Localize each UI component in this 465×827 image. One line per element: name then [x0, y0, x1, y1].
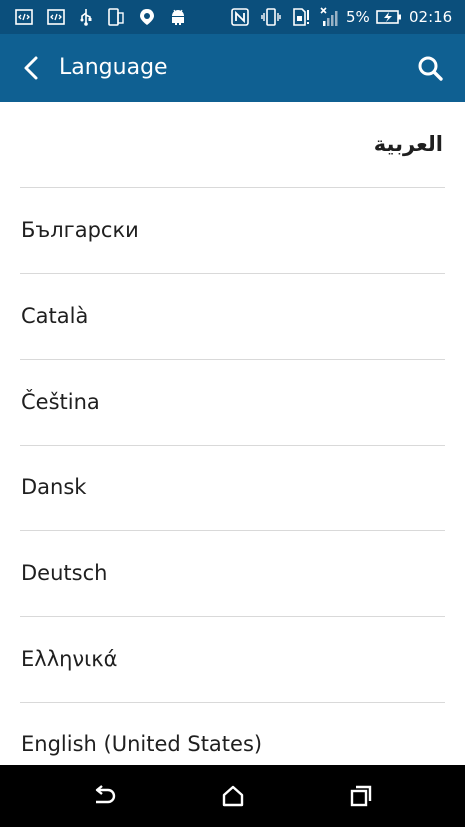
phone-icon [106, 7, 126, 27]
language-label: Ελληνικά [21, 647, 118, 671]
navigation-bar [0, 765, 465, 827]
language-item-danish[interactable]: Dansk [0, 445, 465, 530]
recents-icon [341, 776, 381, 816]
language-item-catalan[interactable]: Català [0, 274, 465, 359]
home-icon [213, 776, 253, 816]
language-item-english-us[interactable]: English (United States) [0, 702, 465, 765]
location-icon [137, 7, 157, 27]
language-label: العربية [373, 132, 443, 156]
signal-icon [319, 7, 339, 27]
language-item-bulgarian[interactable]: Български [0, 188, 465, 273]
search-button[interactable] [410, 48, 450, 88]
app-bar: Language [0, 34, 465, 102]
battery-charging-icon [376, 7, 402, 27]
nav-home-button[interactable] [213, 776, 253, 816]
sim-alert-icon [291, 7, 311, 27]
back-nav-icon [84, 776, 124, 816]
status-bar: 5% 02:16 [0, 0, 465, 34]
nav-back-button[interactable] [84, 776, 124, 816]
language-item-greek[interactable]: Ελληνικά [0, 617, 465, 702]
usb-icon [76, 7, 96, 27]
page-title: Language [59, 55, 168, 80]
language-item-arabic[interactable]: العربية [0, 102, 465, 187]
language-label: Čeština [21, 390, 100, 414]
back-button[interactable] [12, 48, 52, 88]
language-item-german[interactable]: Deutsch [0, 531, 465, 616]
code-icon [46, 7, 66, 27]
nav-recents-button[interactable] [341, 776, 381, 816]
search-icon [410, 48, 450, 88]
battery-percent: 5% [346, 8, 370, 26]
chevron-left-icon [12, 48, 52, 88]
status-time: 02:16 [409, 8, 453, 26]
code-icon [14, 7, 34, 27]
language-label: Български [21, 218, 139, 242]
language-list[interactable]: العربية Български Català Čeština Dansk D… [0, 102, 465, 765]
language-label: Dansk [21, 475, 87, 499]
language-label: Català [21, 304, 89, 328]
android-icon [168, 7, 188, 27]
language-label: English (United States) [21, 732, 263, 756]
vibrate-icon [261, 7, 281, 27]
nfc-icon [230, 7, 250, 27]
language-item-czech[interactable]: Čeština [0, 360, 465, 445]
language-label: Deutsch [21, 561, 108, 585]
